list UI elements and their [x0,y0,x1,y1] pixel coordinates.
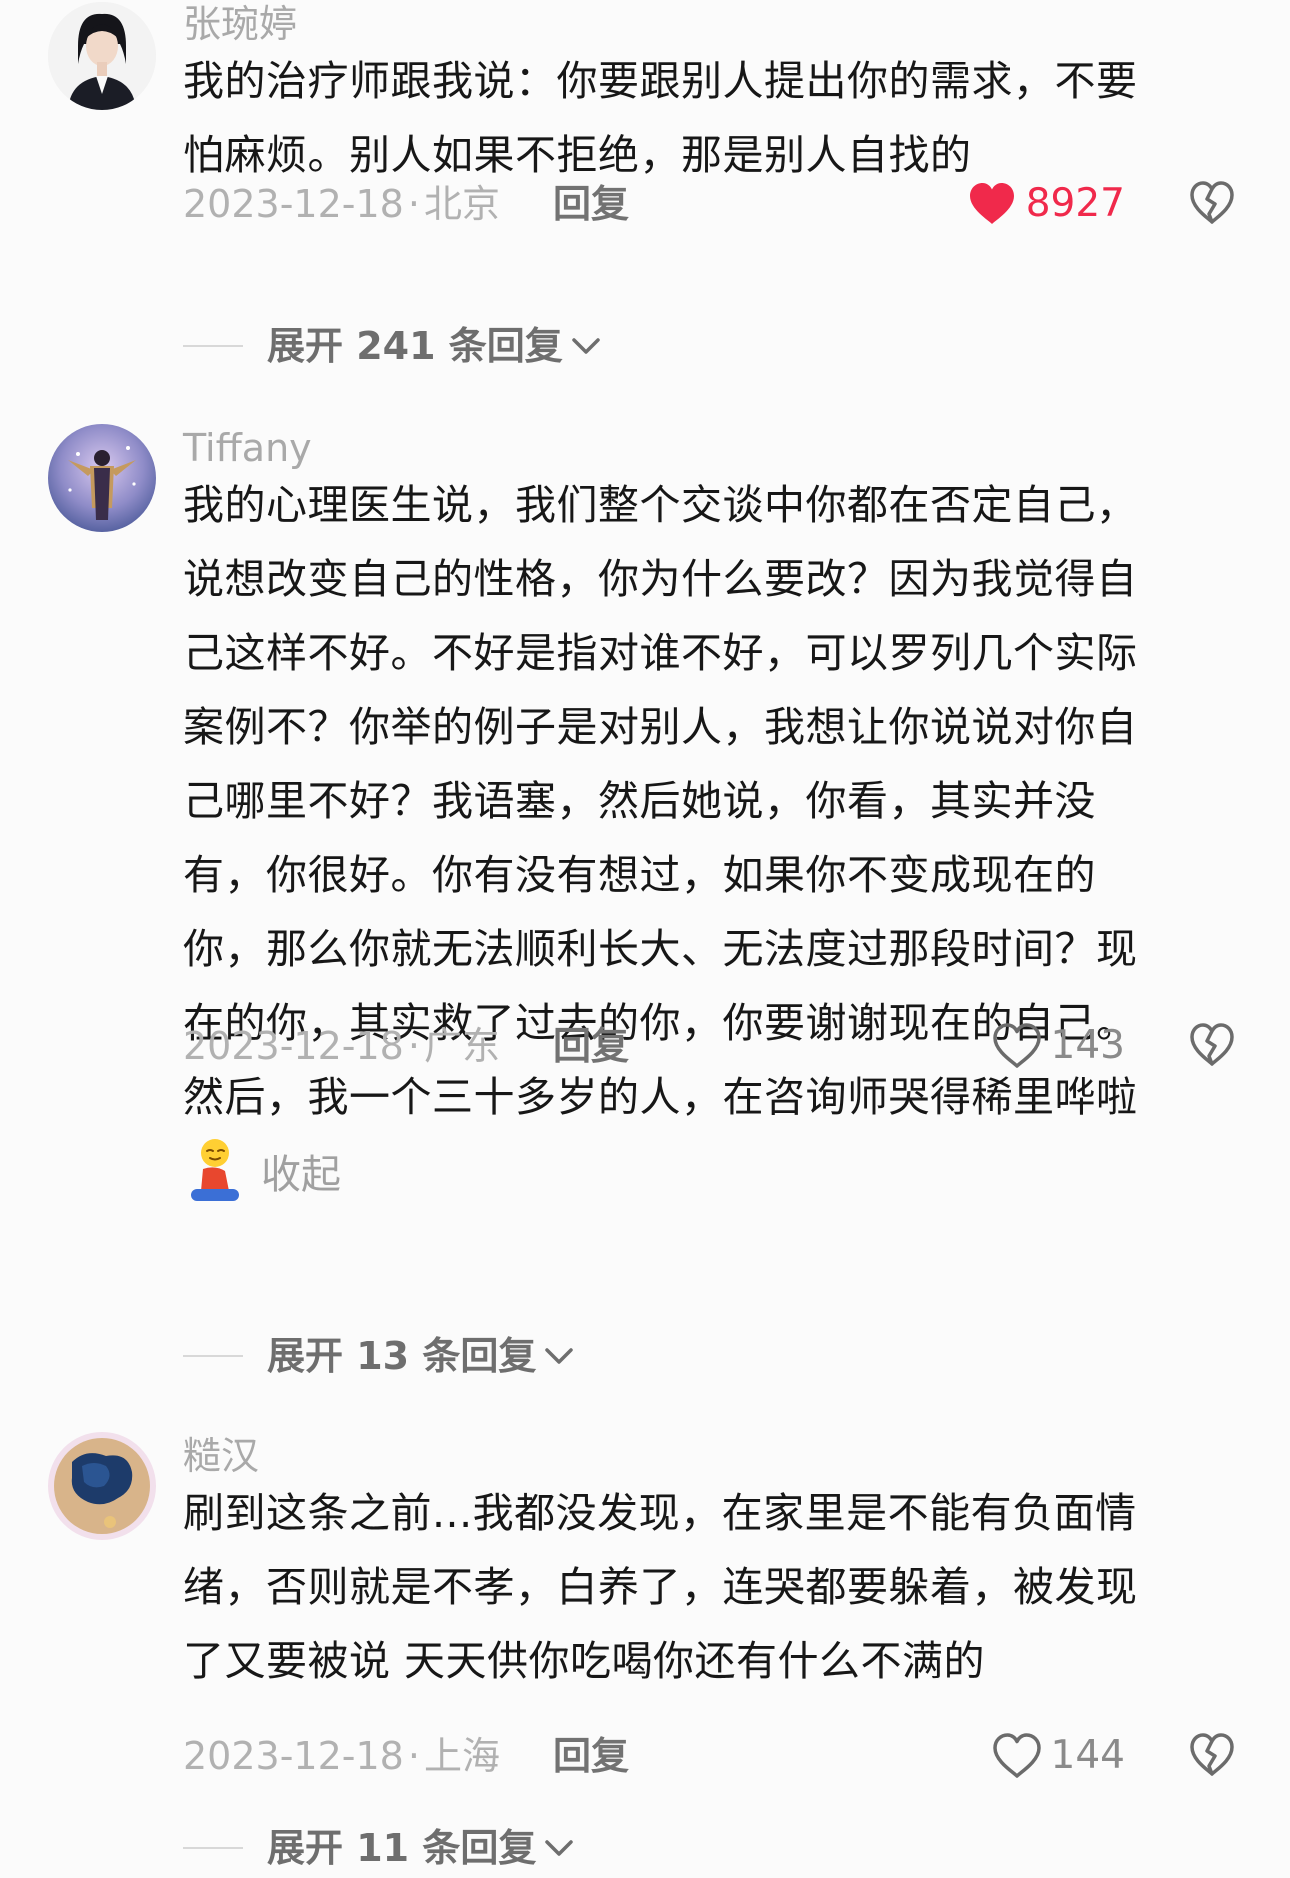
comment-meta: 2023-12-18 · 北京 回复 8927 [183,174,1253,234]
expand-replies[interactable]: 展开 11 条回复 [183,1818,576,1878]
avatar-image-figure [48,424,156,532]
heart-icon [969,183,1014,224]
comment-date: 2023-12-18 [183,1734,404,1778]
meta-separator: · [407,1024,420,1068]
avatar[interactable] [48,1432,156,1540]
content-line: 己哪里不好？我语塞，然后她说，你看，其实并没 [183,777,1096,825]
comment-date: 2023-12-18 [183,1024,404,1068]
like-count: 8927 [1025,181,1125,226]
content-line: 刷到这条之前...我都没发现，在家里是不能有负面情 [183,1489,1137,1537]
reply-button[interactable]: 回复 [553,1734,629,1778]
avatar-image-woman [48,2,156,110]
comment-date: 2023-12-18 [183,182,404,226]
broken-heart-icon[interactable] [1187,1020,1237,1070]
comment-content: 我的治疗师跟我说：你要跟别人提出你的需求，不要 怕麻烦。别人如果不拒绝，那是别人… [183,44,1253,192]
expand-replies[interactable]: 展开 13 条回复 [183,1326,576,1386]
expand-replies[interactable]: 展开 241 条回复 [183,316,603,376]
divider [183,1355,243,1357]
collapse-row: 收起 [183,1134,341,1208]
broken-heart-icon[interactable] [1187,1730,1237,1780]
kneeling-emoji-icon [191,1139,239,1201]
heart-icon [992,1023,1041,1068]
content-line: 你，那么你就无法顺利长大、无法度过那段时间？现 [183,925,1138,973]
comment-location: 上海 [423,1734,500,1778]
broken-heart-icon[interactable] [1187,178,1237,228]
date-location: 2023-12-18 · 北京 [183,182,500,226]
reply-button[interactable]: 回复 [553,182,629,226]
comment-meta: 2023-12-18 · 上海 回复 144 [183,1726,1253,1786]
like-button[interactable]: 144 [991,1728,1125,1784]
chevron-down-icon [572,338,600,354]
comment-content: 刷到这条之前...我都没发现，在家里是不能有负面情 绪，否则就是不孝，白养了，连… [183,1476,1253,1698]
like-button[interactable]: 143 [991,1018,1125,1074]
expand-replies-label: 展开 241 条回复 [267,324,563,368]
content-line: 绪，否则就是不孝，白养了，连哭都要躲着，被发现 [183,1563,1138,1611]
avatar[interactable] [48,2,156,110]
content-line: 案例不？你举的例子是对别人，我想让你说说对你自 [183,703,1138,751]
content-line: 我的心理医生说，我们整个交谈中你都在否定自己， [183,481,1138,529]
divider [183,345,243,347]
comment-meta: 2023-12-18 · 广东 回复 143 [183,1016,1253,1076]
username[interactable]: 糙汉 [183,1432,259,1480]
divider [183,1847,243,1849]
content-line: 说想改变自己的性格，你为什么要改？因为我觉得自 [183,555,1138,603]
avatar-image-blue-object [48,1432,156,1540]
meta-separator: · [407,1734,420,1778]
date-location: 2023-12-18 · 广东 [183,1024,500,1068]
content-line: 我的治疗师跟我说：你要跟别人提出你的需求，不要 [183,57,1138,105]
like-button[interactable]: 8927 [966,176,1125,232]
chevron-down-icon [545,1840,574,1856]
reply-button[interactable]: 回复 [553,1024,629,1068]
meta-separator: · [407,182,420,226]
like-count: 143 [1050,1023,1125,1068]
content-line: 有，你很好。你有没有想过，如果你不变成现在的 [183,851,1096,899]
comment-location: 广东 [423,1024,500,1068]
username[interactable]: Tiffany [183,424,312,472]
comment-location: 北京 [423,182,500,226]
username[interactable]: 张琬婷 [183,0,297,48]
heart-icon [992,1733,1041,1778]
collapse-button[interactable]: 收起 [261,1142,341,1200]
like-count: 144 [1050,1733,1125,1778]
avatar[interactable] [48,424,156,532]
date-location: 2023-12-18 · 上海 [183,1734,500,1778]
expand-replies-label: 展开 11 条回复 [267,1826,537,1870]
content-line: 了又要被说 天天供你吃喝你还有什么不满的 [183,1637,986,1685]
content-line: 己这样不好。不好是指对谁不好，可以罗列几个实际 [183,629,1138,677]
expand-replies-label: 展开 13 条回复 [267,1334,537,1378]
chevron-down-icon [545,1348,574,1364]
